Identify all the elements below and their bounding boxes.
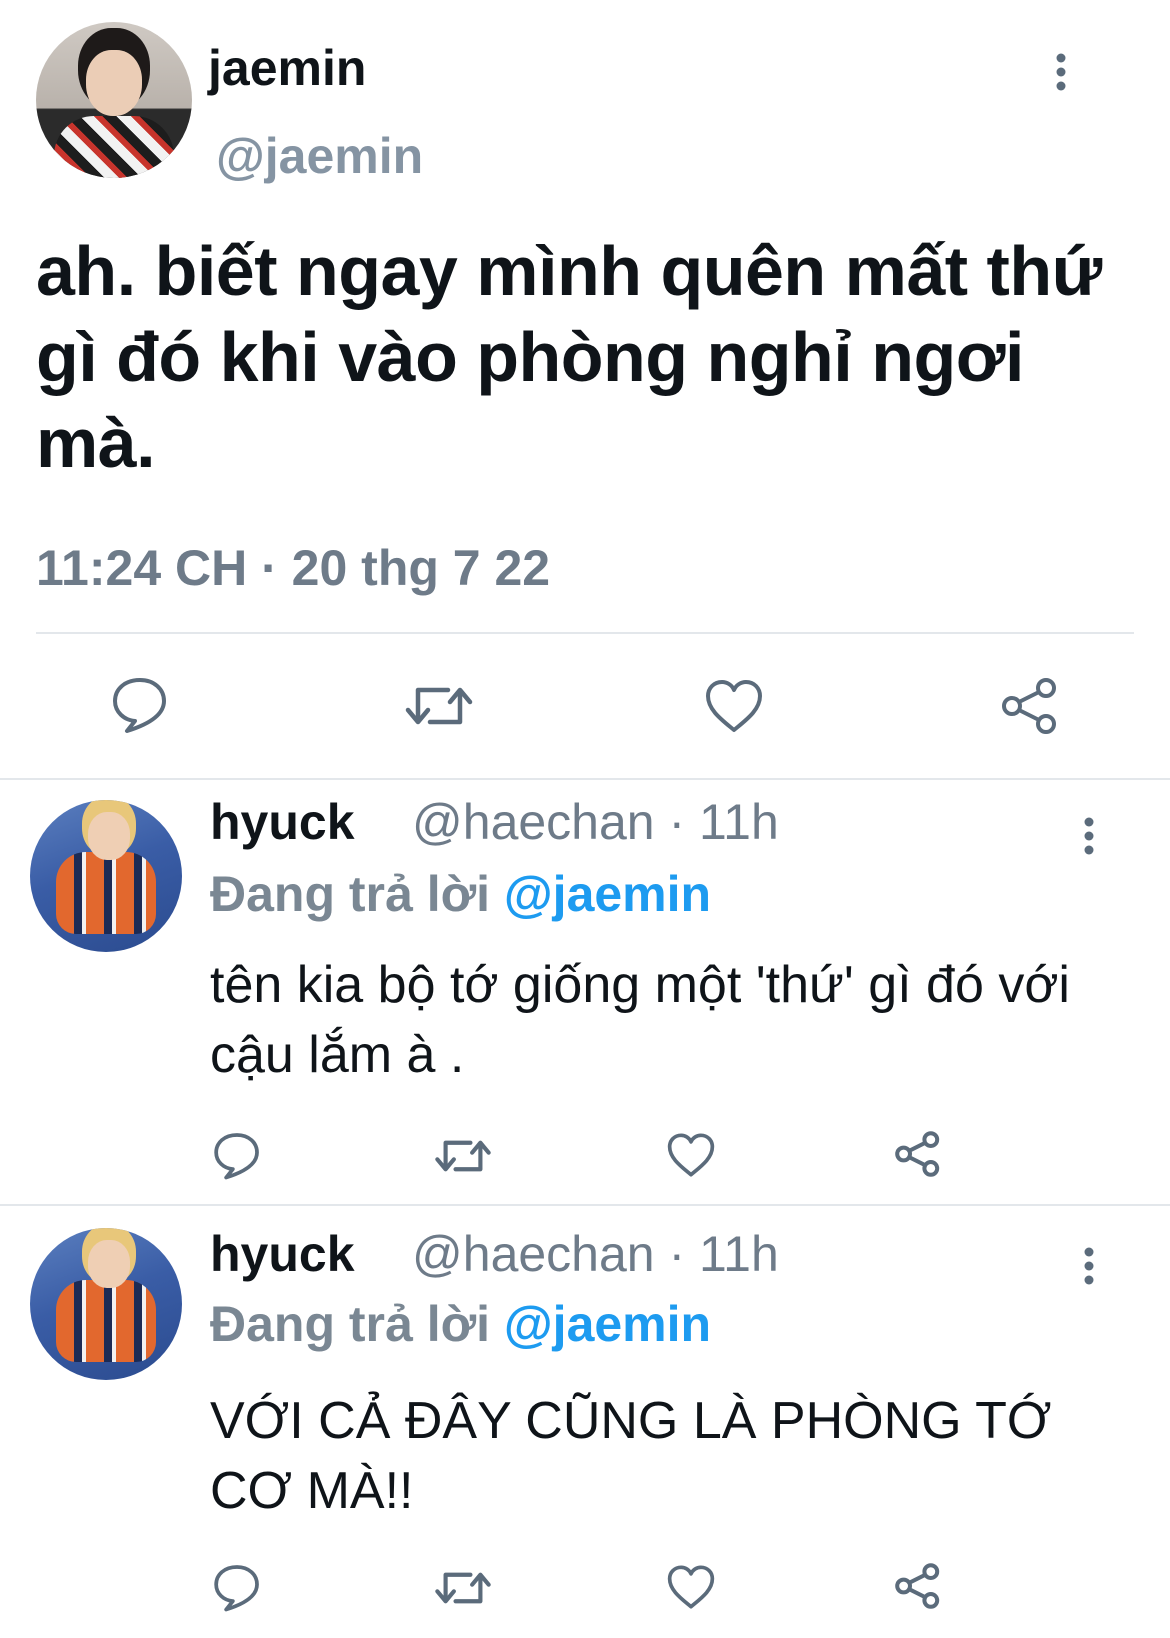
- user-handle[interactable]: @haechan · 11h: [412, 792, 779, 852]
- user-handle[interactable]: @haechan · 11h: [412, 1224, 779, 1284]
- share-icon[interactable]: [894, 1130, 942, 1178]
- like-icon[interactable]: [666, 1564, 716, 1610]
- comment-icon[interactable]: [110, 674, 170, 734]
- reply-tweet: hyuck @haechan · 11h Đang trả lời @jaemi…: [0, 1208, 1170, 1638]
- like-icon[interactable]: [666, 1132, 716, 1178]
- divider: [0, 1204, 1170, 1206]
- more-options-icon[interactable]: [1074, 1246, 1104, 1286]
- reply-text: VỚI CẢ ĐÂY CŨNG LÀ PHÒNG TỚ CƠ MÀ!!: [210, 1392, 1052, 1520]
- avatar[interactable]: [36, 22, 192, 178]
- display-name[interactable]: hyuck: [210, 792, 355, 852]
- mention-link[interactable]: @jaemin: [504, 866, 711, 922]
- comment-icon[interactable]: [212, 1130, 262, 1180]
- tweet-timestamp[interactable]: 11:24 CH · 20 thg 7 22: [36, 538, 550, 598]
- main-tweet: jaemin @jaemin ah. biết ngay mình quên m…: [0, 0, 1170, 778]
- like-icon[interactable]: [704, 678, 764, 734]
- avatar[interactable]: [30, 800, 182, 952]
- reply-text: tên kia bộ tớ giống một 'thứ' gì đó với …: [210, 956, 1070, 1084]
- reply-tweet: hyuck @haechan · 11h Đang trả lời @jaemi…: [0, 778, 1170, 1204]
- share-icon[interactable]: [894, 1562, 942, 1610]
- display-name[interactable]: hyuck: [210, 1224, 355, 1284]
- tweet-text: ah. biết ngay mình quên mất thứ gì đó kh…: [36, 232, 1102, 482]
- comment-icon[interactable]: [212, 1562, 262, 1612]
- more-options-icon[interactable]: [1046, 52, 1076, 92]
- retweet-icon[interactable]: [404, 680, 474, 732]
- replying-to: Đang trả lời @jaemin: [210, 864, 711, 924]
- replying-prefix: Đang trả lời: [210, 866, 504, 922]
- avatar[interactable]: [30, 1228, 182, 1380]
- replying-prefix: Đang trả lời: [210, 1296, 504, 1352]
- more-options-icon[interactable]: [1074, 816, 1104, 856]
- user-handle[interactable]: @jaemin: [216, 126, 423, 186]
- retweet-icon[interactable]: [434, 1566, 492, 1610]
- mention-link[interactable]: @jaemin: [504, 1296, 711, 1352]
- retweet-icon[interactable]: [434, 1134, 492, 1178]
- replying-to: Đang trả lời @jaemin: [210, 1294, 711, 1354]
- share-icon[interactable]: [1000, 676, 1060, 736]
- divider: [36, 632, 1134, 634]
- display-name[interactable]: jaemin: [208, 38, 366, 98]
